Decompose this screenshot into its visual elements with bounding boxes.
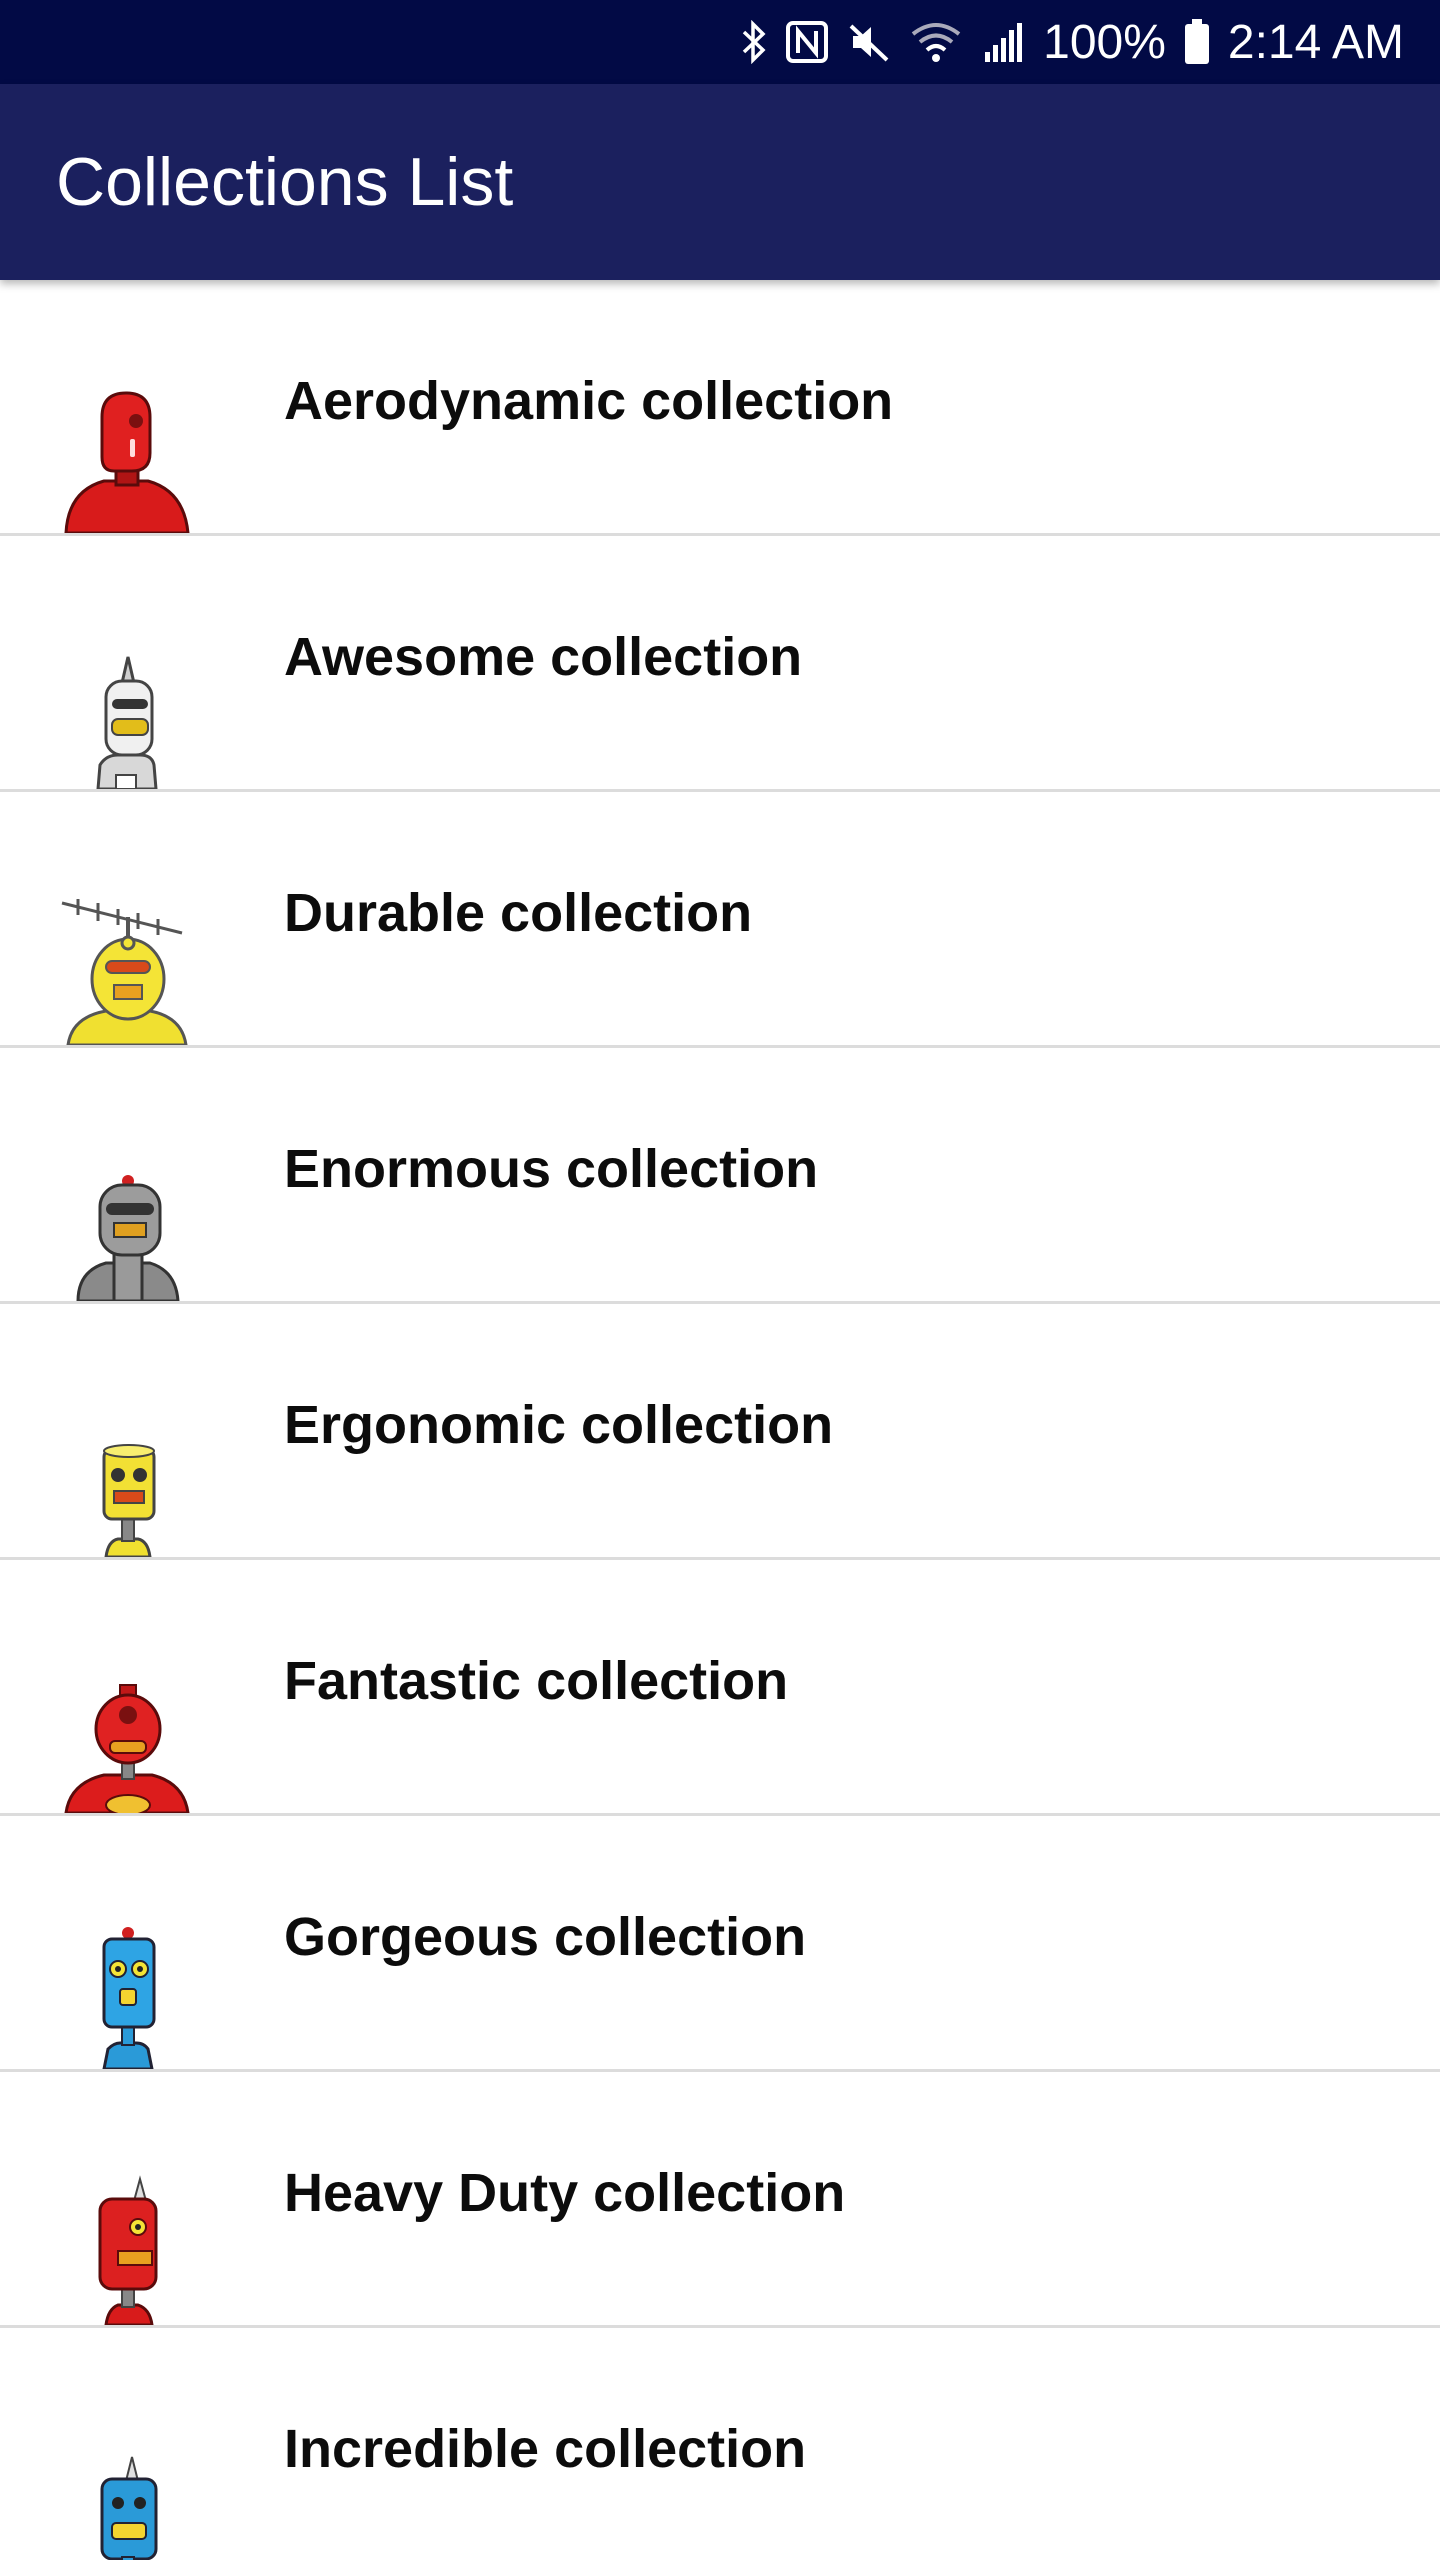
- list-item[interactable]: Fantastic collection: [0, 1560, 1440, 1816]
- page-title: Collections List: [56, 144, 514, 220]
- collection-name: Ergonomic collection: [284, 1395, 834, 1455]
- list-item[interactable]: Incredible collection: [0, 2328, 1440, 2560]
- collection-name: Enormous collection: [284, 1139, 819, 1199]
- nfc-icon: [785, 17, 829, 67]
- collection-name: Heavy Duty collection: [284, 2163, 846, 2223]
- collection-name: Incredible collection: [284, 2419, 807, 2479]
- collection-name: Gorgeous collection: [284, 1907, 807, 1967]
- collection-name: Awesome collection: [284, 627, 803, 687]
- white-robot-icon: [56, 639, 196, 789]
- collection-name: Aerodynamic collection: [284, 371, 894, 431]
- list-item[interactable]: Ergonomic collection: [0, 1304, 1440, 1560]
- signal-icon: [981, 17, 1025, 67]
- battery-percentage: 100%: [1043, 15, 1166, 69]
- app-bar: Collections List: [0, 84, 1440, 280]
- wifi-icon: [909, 17, 963, 67]
- list-item[interactable]: Gorgeous collection: [0, 1816, 1440, 2072]
- red-round-robot-icon: [56, 1663, 196, 1813]
- yellow-antenna-robot-icon: [56, 895, 196, 1045]
- status-bar: 100% 2:14 AM: [0, 0, 1440, 84]
- red-horn-robot-icon: [56, 2175, 196, 2325]
- blue-robot-icon: [56, 1919, 196, 2069]
- collection-name: Fantastic collection: [284, 1651, 789, 1711]
- clock: 2:14 AM: [1227, 15, 1404, 69]
- yellow-robot-icon: [56, 1407, 196, 1557]
- list-item[interactable]: Heavy Duty collection: [0, 2072, 1440, 2328]
- list-item[interactable]: Aerodynamic collection: [0, 280, 1440, 536]
- list-item[interactable]: Durable collection: [0, 792, 1440, 1048]
- mute-icon: [847, 17, 891, 67]
- collections-list: Aerodynamic collection Awesome collectio…: [0, 280, 1440, 2560]
- list-item[interactable]: Awesome collection: [0, 536, 1440, 792]
- gray-robot-icon: [56, 1151, 196, 1301]
- blue-horn-robot-icon: [56, 2431, 196, 2560]
- list-item[interactable]: Enormous collection: [0, 1048, 1440, 1304]
- red-robot-icon: [56, 383, 196, 533]
- collection-name: Durable collection: [284, 883, 753, 943]
- bluetooth-icon: [741, 17, 767, 67]
- battery-icon: [1184, 17, 1210, 67]
